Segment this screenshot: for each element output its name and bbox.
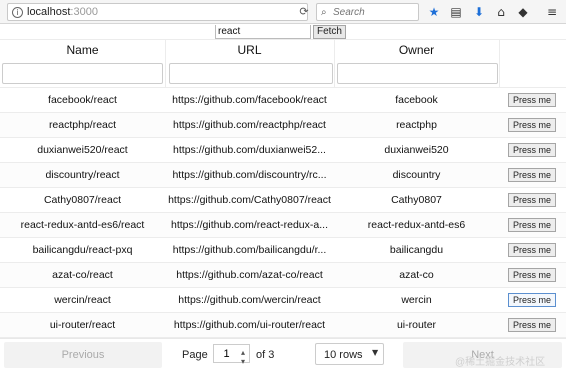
press-me-button[interactable]: Press me bbox=[508, 318, 556, 332]
hamburger-icon[interactable]: ≡ bbox=[544, 4, 560, 20]
watermark: @稀土掘金技术社区 bbox=[455, 357, 546, 368]
press-me-button[interactable]: Press me bbox=[508, 118, 556, 132]
pagination-bar: Previous Page ▴▾ of 3 10 rows ▼ Next @稀土… bbox=[0, 338, 566, 369]
cell-owner: facebook bbox=[395, 94, 438, 106]
search-icon: ⌕ bbox=[321, 7, 327, 18]
column-divider bbox=[499, 39, 500, 88]
table-row: ui-router/react https://github.com/ui-ro… bbox=[0, 313, 566, 338]
cell-url: https://github.com/azat-co/react bbox=[176, 269, 323, 281]
table-row: duxianwei520/react https://github.com/du… bbox=[0, 138, 566, 163]
press-me-button[interactable]: Press me bbox=[508, 268, 556, 282]
previous-button[interactable]: Previous bbox=[4, 342, 162, 368]
download-icon[interactable]: ⬇ bbox=[471, 4, 487, 20]
table-header: Name URL Owner bbox=[0, 39, 566, 57]
fetch-button[interactable]: Fetch bbox=[313, 25, 346, 39]
url-filter-input[interactable] bbox=[169, 63, 333, 84]
table-row: react-redux-antd-es6/react https://githu… bbox=[0, 213, 566, 238]
browser-search-input[interactable] bbox=[333, 4, 417, 20]
cell-name: bailicangdu/react-pxq bbox=[32, 244, 133, 256]
cell-owner: reactphp bbox=[396, 119, 437, 131]
rows-per-page-select[interactable]: 10 rows ▼ bbox=[315, 343, 384, 365]
cell-url: https://github.com/bailicangdu/r... bbox=[172, 244, 327, 256]
press-me-button[interactable]: Press me bbox=[508, 93, 556, 107]
cell-name: Cathy0807/react bbox=[43, 194, 122, 206]
cell-url: https://github.com/discountry/rc... bbox=[172, 169, 327, 181]
cell-owner: discountry bbox=[392, 169, 441, 181]
press-me-button[interactable]: Press me bbox=[508, 243, 556, 257]
cell-url: https://github.com/facebook/react bbox=[172, 94, 327, 106]
table-row: wercin/react https://github.com/wercin/r… bbox=[0, 288, 566, 313]
table-row: discountry/react https://github.com/disc… bbox=[0, 163, 566, 188]
cell-name: ui-router/react bbox=[49, 319, 116, 331]
star-icon[interactable]: ★ bbox=[426, 4, 442, 20]
filter-row bbox=[0, 60, 566, 88]
library-icon[interactable]: ▤ bbox=[448, 4, 464, 20]
press-me-button[interactable]: Press me bbox=[508, 168, 556, 182]
column-divider bbox=[334, 39, 335, 88]
pocket-icon[interactable]: ◆ bbox=[515, 4, 531, 20]
column-header-owner[interactable]: Owner bbox=[334, 43, 499, 57]
cell-name: discountry/react bbox=[45, 169, 120, 181]
cell-url: https://github.com/wercin/react bbox=[178, 294, 321, 306]
repo-query-input[interactable] bbox=[215, 25, 311, 39]
cell-name: azat-co/react bbox=[52, 269, 113, 281]
table-row: azat-co/react https://github.com/azat-co… bbox=[0, 263, 566, 288]
cell-name: facebook/react bbox=[48, 94, 117, 106]
cell-owner: react-redux-antd-es6 bbox=[367, 219, 466, 231]
cell-name: react-redux-antd-es6/react bbox=[20, 219, 145, 231]
table-row: Cathy0807/react https://github.com/Cathy… bbox=[0, 188, 566, 213]
table-row: reactphp/react https://github.com/reactp… bbox=[0, 113, 566, 138]
press-me-button[interactable]: Press me bbox=[508, 218, 556, 232]
cell-name: reactphp/react bbox=[48, 119, 117, 131]
column-divider bbox=[165, 39, 166, 88]
info-icon[interactable]: i bbox=[12, 7, 23, 18]
cell-name: wercin/react bbox=[54, 294, 111, 306]
cell-owner: ui-router bbox=[396, 319, 437, 331]
press-me-button[interactable]: Press me bbox=[508, 293, 556, 307]
cell-owner: azat-co bbox=[399, 269, 434, 281]
chevron-down-icon: ▼ bbox=[372, 348, 379, 357]
cell-name: duxianwei520/react bbox=[37, 144, 128, 156]
table-row: facebook/react https://github.com/facebo… bbox=[0, 88, 566, 113]
cell-owner: wercin bbox=[401, 294, 432, 306]
table-row: bailicangdu/react-pxq https://github.com… bbox=[0, 238, 566, 263]
cell-url: https://github.com/Cathy0807/react bbox=[168, 194, 331, 206]
cell-owner: bailicangdu bbox=[389, 244, 444, 256]
page-label: Page bbox=[182, 349, 208, 361]
owner-filter-input[interactable] bbox=[337, 63, 498, 84]
press-me-button[interactable]: Press me bbox=[508, 193, 556, 207]
home-icon[interactable]: ⌂ bbox=[493, 4, 509, 20]
browser-search-bar[interactable]: ⌕ bbox=[316, 3, 419, 21]
browser-toolbar: i localhost:3000 ⟳ ⌕ ★ ▤ ⬇ ⌂ ◆ ≡ bbox=[0, 0, 566, 24]
name-filter-input[interactable] bbox=[2, 63, 163, 84]
page-spinner-icon[interactable]: ▴ ▾ bbox=[241, 348, 245, 366]
rows-per-page-value: 10 rows bbox=[324, 349, 363, 361]
cell-owner: Cathy0807 bbox=[391, 194, 442, 206]
cell-url: https://github.com/reactphp/react bbox=[173, 119, 326, 131]
press-me-button[interactable]: Press me bbox=[508, 143, 556, 157]
url-text[interactable]: localhost:3000 bbox=[27, 6, 98, 19]
cell-url: https://github.com/ui-router/react bbox=[173, 319, 326, 331]
url-bar[interactable]: i localhost:3000 ⟳ bbox=[7, 3, 309, 21]
cell-url: https://github.com/duxianwei52... bbox=[173, 144, 326, 156]
url-port: :3000 bbox=[70, 6, 98, 18]
cell-owner: duxianwei520 bbox=[384, 144, 449, 156]
total-pages-label: of 3 bbox=[256, 349, 275, 361]
url-host: localhost bbox=[27, 6, 71, 18]
column-header-name[interactable]: Name bbox=[0, 43, 165, 57]
column-header-url[interactable]: URL bbox=[166, 43, 333, 57]
cell-url: https://github.com/react-redux-a... bbox=[171, 219, 328, 231]
reload-icon[interactable]: ⟳ bbox=[296, 5, 312, 19]
